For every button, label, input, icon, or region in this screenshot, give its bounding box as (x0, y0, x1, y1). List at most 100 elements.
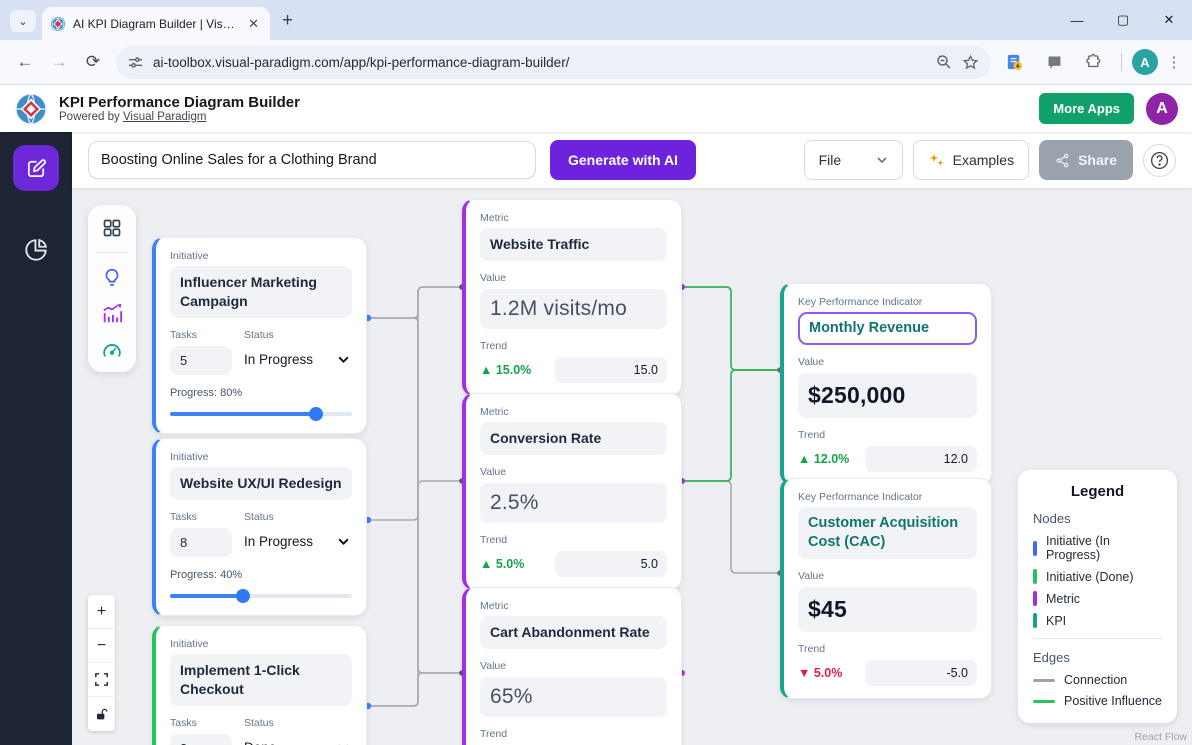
react-flow-attribution[interactable]: React Flow (1134, 731, 1187, 743)
chevron-down-icon (337, 535, 350, 548)
metric-chart-icon[interactable] (101, 303, 123, 325)
canvas-controls: + − (88, 595, 115, 731)
initiative-bulb-icon[interactable] (101, 267, 123, 289)
tasks-label: Tasks (170, 511, 232, 523)
status-select[interactable]: In Progress (244, 528, 352, 549)
reading-list-icon[interactable] (999, 47, 1029, 77)
value-label: Value (480, 660, 667, 672)
browser-profile-avatar[interactable]: A (1132, 49, 1158, 75)
metric-node-conversion-rate[interactable]: Metric Conversion Rate Value 2.5% Trend … (462, 393, 682, 590)
back-icon[interactable]: ← (10, 47, 40, 77)
trend-label: Trend (480, 534, 667, 546)
visual-paradigm-link[interactable]: Visual Paradigm (123, 111, 207, 123)
slider-thumb[interactable] (236, 589, 250, 603)
legend-item: Metric (1033, 591, 1162, 606)
bookmark-star-icon[interactable] (962, 54, 979, 71)
extensions-icon[interactable] (1079, 47, 1109, 77)
sidebar-chart-tool-button[interactable] (23, 237, 49, 263)
fit-view-button[interactable] (88, 663, 115, 697)
browser-menu-icon[interactable]: ⋮ (1164, 53, 1184, 71)
node-type-label: Key Performance Indicator (798, 491, 977, 503)
tab-search-chevron-icon[interactable]: ⌄ (10, 10, 36, 32)
sidebar-edit-tool-button[interactable] (13, 145, 59, 191)
tab-title: AI KPI Diagram Builder | Visualiz (73, 17, 238, 31)
browser-tab[interactable]: AI KPI Diagram Builder | Visualiz ✕ (42, 7, 270, 40)
node-type-label: Key Performance Indicator (798, 296, 977, 308)
user-avatar[interactable]: A (1146, 93, 1178, 125)
layout-grid-icon[interactable] (102, 218, 122, 238)
value-input[interactable]: 65% (480, 677, 667, 717)
node-title-input[interactable]: Website UX/UI Redesign (170, 467, 352, 500)
trend-value-input[interactable]: 15.0 (555, 357, 667, 383)
pie-chart-icon (23, 237, 49, 263)
status-select[interactable]: In Progress (244, 346, 352, 367)
value-input[interactable]: $250,000 (798, 373, 977, 418)
value-input[interactable]: $45 (798, 587, 977, 632)
value-input[interactable]: 2.5% (480, 483, 667, 523)
window-close-icon[interactable]: ✕ (1146, 12, 1192, 28)
kpi-node-cac[interactable]: Key Performance Indicator Customer Acqui… (780, 478, 992, 699)
progress-label: Progress: 40% (170, 569, 352, 581)
zoom-out-icon[interactable] (936, 54, 952, 70)
help-button[interactable] (1143, 144, 1176, 177)
node-title-input[interactable]: Conversion Rate (480, 422, 667, 455)
site-settings-icon[interactable] (128, 55, 143, 70)
trend-value-input[interactable]: 12.0 (865, 446, 977, 472)
share-button[interactable]: Share (1039, 140, 1133, 180)
node-title-input[interactable]: Implement 1-Click Checkout (170, 654, 352, 706)
zoom-in-button[interactable]: + (88, 595, 115, 629)
legend-panel: Legend Nodes Initiative (In Progress) In… (1018, 470, 1177, 723)
initiative-node-one-click-checkout[interactable]: Initiative Implement 1-Click Checkout Ta… (152, 625, 367, 745)
value-input[interactable]: 1.2M visits/mo (480, 289, 667, 329)
tasks-input[interactable]: 5 (170, 346, 232, 375)
chevron-down-icon (876, 154, 888, 166)
examples-button[interactable]: Examples (913, 140, 1029, 180)
favicon-icon (50, 16, 66, 32)
reload-icon[interactable]: ⟳ (78, 47, 108, 77)
node-title-input-focused[interactable]: Monthly Revenue (798, 312, 977, 345)
lock-toggle-button[interactable] (88, 697, 115, 731)
window-minimize-icon[interactable]: — (1054, 13, 1100, 28)
divider (1121, 53, 1122, 71)
window-maximize-icon[interactable]: ▢ (1100, 12, 1146, 28)
node-title-input[interactable]: Customer Acquisition Cost (CAC) (798, 507, 977, 559)
node-title-input[interactable]: Cart Abandonment Rate (480, 616, 667, 649)
url-text[interactable]: ai-toolbox.visual-paradigm.com/app/kpi-p… (153, 55, 926, 70)
trend-badge: ▲ 12.0% (798, 452, 849, 466)
node-title-input[interactable]: Website Traffic (480, 228, 667, 261)
file-menu-button[interactable]: File (804, 140, 903, 180)
kpi-gauge-icon[interactable] (101, 339, 123, 361)
trend-label: Trend (480, 340, 667, 352)
generate-with-ai-button[interactable]: Generate with AI (550, 140, 696, 180)
address-bar[interactable]: ai-toolbox.visual-paradigm.com/app/kpi-p… (116, 46, 991, 79)
metric-node-cart-abandonment[interactable]: Metric Cart Abandonment Rate Value 65% T… (462, 587, 682, 745)
kpi-node-monthly-revenue[interactable]: Key Performance Indicator Monthly Revenu… (780, 283, 992, 485)
node-title-input[interactable]: Influencer Marketing Campaign (170, 266, 352, 318)
prompt-toolbar: Generate with AI File Examples Share (72, 132, 1192, 188)
tasks-input[interactable]: 8 (170, 528, 232, 557)
legend-edges-heading: Edges (1033, 650, 1162, 665)
zoom-out-button[interactable]: − (88, 629, 115, 663)
progress-slider[interactable] (170, 407, 352, 421)
node-type-label: Initiative (170, 250, 352, 262)
trend-value-input[interactable]: 5.0 (555, 551, 667, 577)
prompt-input[interactable] (88, 141, 536, 179)
status-select[interactable]: Done (244, 734, 352, 745)
node-type-label: Metric (480, 212, 667, 224)
more-apps-button[interactable]: More Apps (1039, 93, 1134, 124)
trend-badge: ▼ 5.0% (798, 666, 842, 680)
progress-slider[interactable] (170, 589, 352, 603)
tab-close-icon[interactable]: ✕ (245, 16, 262, 32)
tasks-input[interactable]: 3 (170, 734, 232, 745)
slider-thumb[interactable] (309, 407, 323, 421)
legend-item: KPI (1033, 613, 1162, 628)
share-icon (1055, 153, 1070, 168)
browser-tabstrip: ⌄ AI KPI Diagram Builder | Visualiz ✕ + … (0, 0, 1192, 40)
new-tab-button[interactable]: + (282, 10, 293, 32)
initiative-node-influencer-marketing[interactable]: Initiative Influencer Marketing Campaign… (152, 237, 367, 434)
metric-node-website-traffic[interactable]: Metric Website Traffic Value 1.2M visits… (462, 199, 682, 396)
feedback-icon[interactable] (1039, 47, 1069, 77)
diagram-canvas[interactable]: Initiative Influencer Marketing Campaign… (72, 188, 1192, 745)
initiative-node-ux-redesign[interactable]: Initiative Website UX/UI Redesign Tasks … (152, 438, 367, 616)
trend-value-input[interactable]: -5.0 (865, 660, 977, 686)
